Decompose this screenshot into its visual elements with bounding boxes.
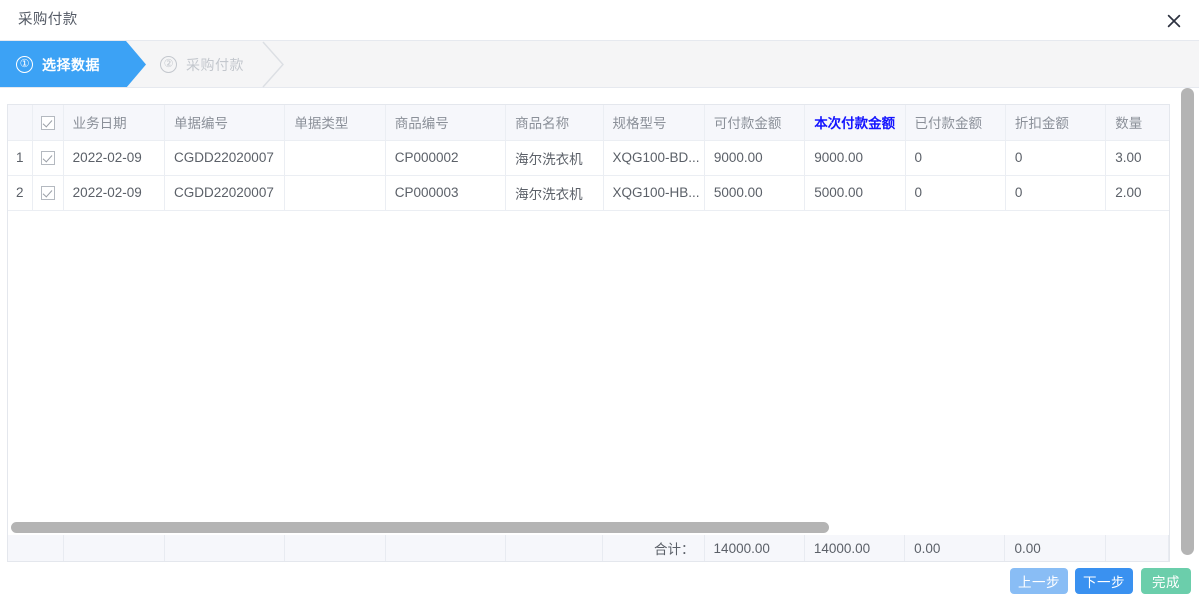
table-row[interactable]: 1 2022-02-09 CGDD22020007 CP000002 海尔洗衣机… (8, 140, 1169, 176)
select-all-checkbox[interactable] (40, 115, 55, 130)
cell-spec-model: XQG100-BD... (603, 140, 705, 176)
cell-paid-amount: 0 (905, 140, 1006, 176)
cell-product-name: 海尔洗衣机 (505, 140, 604, 176)
vertical-scrollbar-thumb[interactable] (1181, 88, 1194, 555)
header-spec-model[interactable]: 规格型号 (603, 105, 705, 141)
footer-actions: 上一步 下一步 完成 (0, 562, 1199, 599)
totals-quantity (1105, 535, 1169, 561)
step-2-number: ② (160, 56, 177, 73)
finish-button[interactable]: 完成 (1141, 568, 1191, 594)
header-doc-type[interactable]: 单据类型 (284, 105, 386, 141)
header-doc-number[interactable]: 单据编号 (164, 105, 286, 141)
table-row[interactable]: 2 2022-02-09 CGDD22020007 CP000003 海尔洗衣机… (8, 175, 1169, 211)
cell-date: 2022-02-09 (63, 175, 166, 211)
total-blank-3 (164, 535, 286, 561)
row-select-cell[interactable] (32, 140, 64, 176)
total-blank-5 (385, 535, 506, 561)
header-product-number[interactable]: 商品编号 (385, 105, 507, 141)
horizontal-scrollbar-thumb[interactable] (11, 522, 829, 533)
cell-product-number: CP000002 (385, 140, 507, 176)
total-blank-4 (284, 535, 386, 561)
cell-date: 2022-02-09 (63, 140, 166, 176)
step-1-label: 选择数据 (42, 56, 100, 73)
totals-row: 合计： 14000.00 14000.00 0.00 0.00 (7, 535, 1170, 562)
row-checkbox[interactable] (40, 186, 55, 201)
vertical-scrollbar[interactable] (1181, 88, 1194, 555)
row-checkbox[interactable] (40, 151, 55, 166)
header-payable-amount[interactable]: 可付款金额 (704, 105, 806, 141)
cell-quantity: 3.00 (1105, 140, 1169, 176)
totals-table-row: 合计： 14000.00 14000.00 0.00 0.00 (8, 535, 1169, 561)
totals-table: 合计： 14000.00 14000.00 0.00 0.00 (8, 535, 1169, 561)
step-purchase-payment[interactable]: ② 采购付款 (140, 41, 290, 87)
cell-current-payment-amount[interactable]: 9000.00 (804, 140, 906, 176)
totals-label: 合计： (602, 535, 705, 561)
cell-discount-amount: 0 (1005, 175, 1107, 211)
step-indicator: ① 选择数据 ② 采购付款 (0, 41, 1199, 88)
previous-step-button[interactable]: 上一步 (1010, 568, 1068, 594)
header-paid-amount[interactable]: 已付款金额 (905, 105, 1006, 141)
header-row: 业务日期 单据编号 单据类型 商品编号 商品名称 规格型号 可付款金额 本次付款… (8, 105, 1169, 141)
row-index: 2 (8, 175, 33, 211)
step-2-label: 采购付款 (186, 56, 244, 73)
header-date[interactable]: 业务日期 (63, 105, 166, 141)
cell-quantity: 2.00 (1105, 175, 1169, 211)
cell-discount-amount: 0 (1005, 140, 1107, 176)
page-title: 采购付款 (18, 12, 78, 28)
cell-spec-model: XQG100-HB... (603, 175, 705, 211)
grid-body: 1 2022-02-09 CGDD22020007 CP000002 海尔洗衣机… (8, 140, 1169, 211)
header-discount-amount[interactable]: 折扣金额 (1005, 105, 1107, 141)
header-quantity[interactable]: 数量 (1105, 105, 1169, 141)
cell-doc-number: CGDD22020007 (164, 175, 286, 211)
close-icon[interactable] (1157, 4, 1191, 37)
totals-current-payment-amount: 14000.00 (804, 535, 906, 561)
header-select-all[interactable] (32, 105, 64, 141)
purchase-payment-dialog: 采购付款 ① 选择数据 ② 采购付款 业务日期 单据编号 单据类型 商品编号 商… (0, 0, 1199, 599)
title-bar: 采购付款 (0, 0, 1199, 41)
totals-paid-amount: 0.00 (904, 535, 1006, 561)
cell-doc-number: CGDD22020007 (164, 140, 286, 176)
cell-payable-amount: 9000.00 (704, 140, 806, 176)
cell-doc-type (284, 140, 386, 176)
row-select-cell[interactable] (32, 175, 64, 211)
data-grid: 业务日期 单据编号 单据类型 商品编号 商品名称 规格型号 可付款金额 本次付款… (7, 104, 1170, 519)
next-step-button[interactable]: 下一步 (1075, 568, 1133, 594)
totals-discount-amount: 0.00 (1004, 535, 1106, 561)
cell-product-name: 海尔洗衣机 (505, 175, 604, 211)
header-current-payment-amount[interactable]: 本次付款金额 (804, 105, 906, 141)
total-blank-1 (8, 535, 64, 561)
grid-header: 业务日期 单据编号 单据类型 商品编号 商品名称 规格型号 可付款金额 本次付款… (8, 105, 1169, 141)
cell-current-payment-amount[interactable]: 5000.00 (804, 175, 906, 211)
cell-product-number: CP000003 (385, 175, 507, 211)
total-blank-6 (505, 535, 604, 561)
header-index (8, 105, 33, 141)
step-1-number: ① (16, 56, 33, 73)
cell-paid-amount: 0 (905, 175, 1006, 211)
step-select-data[interactable]: ① 选择数据 (0, 41, 146, 87)
grid-table: 业务日期 单据编号 单据类型 商品编号 商品名称 规格型号 可付款金额 本次付款… (8, 105, 1169, 211)
horizontal-scrollbar[interactable] (7, 519, 1170, 535)
row-index: 1 (8, 140, 33, 176)
header-product-name[interactable]: 商品名称 (505, 105, 604, 141)
total-blank-2 (63, 535, 165, 561)
cell-doc-type (284, 175, 386, 211)
cell-payable-amount: 5000.00 (704, 175, 806, 211)
totals-payable-amount: 14000.00 (704, 535, 805, 561)
